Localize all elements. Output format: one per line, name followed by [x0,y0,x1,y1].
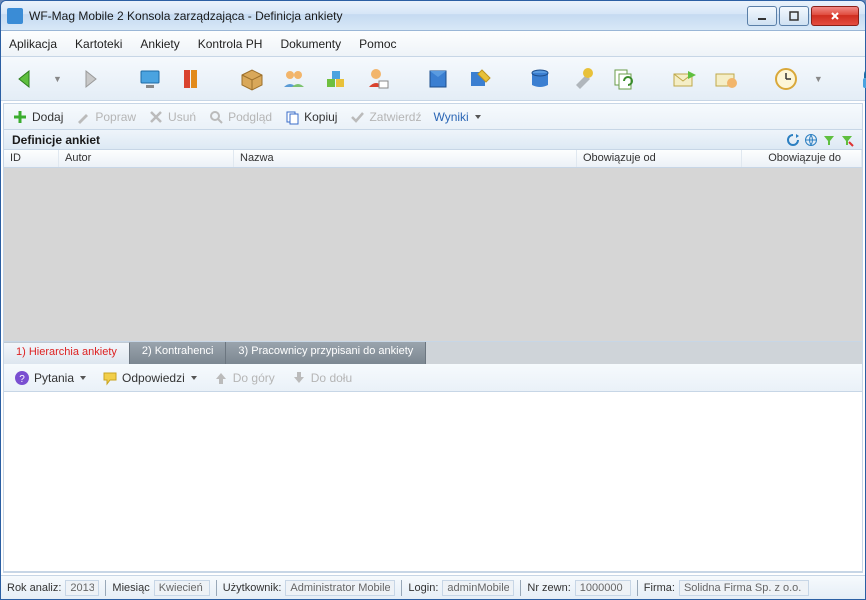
panel-toolbar: ? Pytania Odpowiedzi Do góry Do dołu [4,364,862,392]
nrzewn-label: Nr zewn: [527,582,570,594]
menu-aplikacja[interactable]: Aplikacja [9,37,57,51]
chevron-down-icon [475,115,481,119]
firma-label: Firma: [644,582,675,594]
zatwierdz-button[interactable]: Zatwierdź [349,109,421,125]
rok-analiz-field[interactable] [65,580,99,596]
menu-pomoc[interactable]: Pomoc [359,37,396,51]
menu-kontrola-ph[interactable]: Kontrola PH [198,37,263,51]
maximize-button[interactable] [779,6,809,26]
wyniki-button[interactable]: Wyniki [433,110,480,124]
miesiac-label: Miesiąc [112,582,149,594]
x-icon [148,109,164,125]
magnifier-icon [208,109,224,125]
bubble-icon [102,370,118,386]
usun-button[interactable]: Usuń [148,109,196,125]
book-pencil-icon[interactable] [466,64,494,94]
menu-dokumenty[interactable]: Dokumenty [280,37,341,51]
table-body[interactable] [4,168,862,342]
dodolu-button[interactable]: Do dołu [291,370,352,386]
filter-icon[interactable] [822,133,836,147]
filter-clear-icon[interactable] [840,133,854,147]
check-icon [349,109,365,125]
firma-field[interactable] [679,580,809,596]
pencil-icon [75,109,91,125]
uzytkownik-label: Użytkownik: [223,582,282,594]
chevron-down-icon [80,376,86,380]
forward-icon[interactable] [76,64,104,94]
copy-icon [284,109,300,125]
miesiac-field[interactable] [154,580,210,596]
main-toolbar: ▼ ▼ [1,57,865,101]
close-button[interactable] [811,6,859,26]
tab-pracownicy[interactable]: 3) Pracownicy przypisani do ankiety [226,342,426,364]
tab-kontrahenci[interactable]: 2) Kontrahenci [130,342,227,364]
panel-body[interactable] [4,392,862,572]
section-title: Definicje ankiet [12,133,100,147]
menubar: Aplikacja Kartoteki Ankiety Kontrola PH … [1,31,865,57]
podglad-button[interactable]: Podgląd [208,109,272,125]
refresh-docs-icon[interactable] [610,64,638,94]
dodaj-button[interactable]: Dodaj [12,109,63,125]
minimize-button[interactable] [747,6,777,26]
books-icon[interactable] [178,64,206,94]
database-icon[interactable] [526,64,554,94]
box-icon[interactable] [238,64,266,94]
odpowiedzi-button[interactable]: Odpowiedzi [102,370,197,386]
tabs: 1) Hierarchia ankiety 2) Kontrahenci 3) … [4,342,862,364]
pytania-button[interactable]: ? Pytania [14,370,86,386]
column-id[interactable]: ID [4,150,59,167]
computer-icon[interactable] [136,64,164,94]
column-obowiazuje-do[interactable]: Obowiązuje do [742,150,862,167]
plus-icon [12,109,28,125]
lock-icon[interactable] [855,64,866,94]
column-autor[interactable]: Autor [59,150,234,167]
svg-text:?: ? [19,374,25,385]
window-title: WF-Mag Mobile 2 Konsola zarządzająca - D… [29,9,747,23]
book-blue-icon[interactable] [424,64,452,94]
question-icon: ? [14,370,30,386]
column-obowiazuje-od[interactable]: Obowiązuje od [577,150,742,167]
kopiuj-button[interactable]: Kopiuj [284,109,337,125]
column-nazwa[interactable]: Nazwa [234,150,577,167]
arrow-up-icon [213,370,229,386]
mail-send-icon[interactable] [670,64,698,94]
cubes-icon[interactable] [322,64,350,94]
table-header: ID Autor Nazwa Obowiązuje od Obowiązuje … [4,150,862,168]
app-window: WF-Mag Mobile 2 Konsola zarządzająca - D… [0,0,866,600]
dogory-button[interactable]: Do góry [213,370,275,386]
menu-kartoteki[interactable]: Kartoteki [75,37,122,51]
refresh-icon[interactable] [786,133,800,147]
uzytkownik-field[interactable] [285,580,395,596]
login-label: Login: [408,582,438,594]
rok-analiz-label: Rok analiz: [7,582,61,594]
globe-icon[interactable] [804,133,818,147]
chevron-down-icon [191,376,197,380]
nrzewn-field[interactable] [575,580,631,596]
popraw-button[interactable]: Popraw [75,109,136,125]
app-icon [7,8,23,24]
login-field[interactable] [442,580,514,596]
mail-user-icon[interactable] [712,64,740,94]
action-toolbar: Dodaj Popraw Usuń Podgląd Kopiuj Zatwier… [4,104,862,130]
back-icon[interactable] [11,64,39,94]
clock-icon[interactable] [772,64,800,94]
menu-ankiety[interactable]: Ankiety [140,37,179,51]
user-card-icon[interactable] [364,64,392,94]
status-bar: Rok analiz: Miesiąc Użytkownik: Login: N… [1,575,865,599]
tools-icon[interactable] [568,64,596,94]
arrow-down-icon [291,370,307,386]
section-header: Definicje ankiet [4,130,862,150]
tab-hierarchia-ankiety[interactable]: 1) Hierarchia ankiety [4,342,130,364]
titlebar: WF-Mag Mobile 2 Konsola zarządzająca - D… [1,1,865,31]
users-icon[interactable] [280,64,308,94]
